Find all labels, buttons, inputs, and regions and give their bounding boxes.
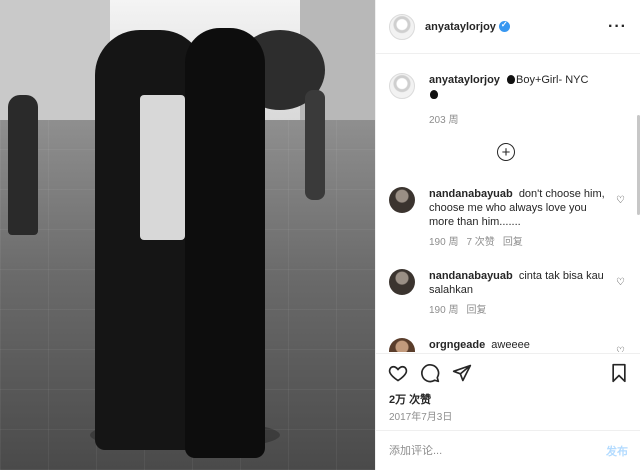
add-comment-bar: 发布 bbox=[376, 430, 640, 470]
caption-body: Boy+Girl- NYC bbox=[515, 74, 589, 86]
comment-heart-icon[interactable]: ♡ bbox=[616, 346, 625, 352]
reply-button[interactable]: 回复 bbox=[503, 236, 523, 250]
post-side-panel: anyataylorjoy ··· anyataylorjoy Boy+Girl… bbox=[375, 0, 640, 470]
post-actions: 2万 次赞 2017年7月3日 发布 bbox=[376, 353, 640, 470]
apple-emoji-icon bbox=[430, 90, 438, 99]
photo-man-shirt bbox=[140, 95, 185, 240]
caption-username[interactable]: anyataylorjoy bbox=[429, 74, 500, 86]
comment-heart-icon[interactable]: ♡ bbox=[616, 277, 625, 288]
caption: anyataylorjoy Boy+Girl- NYC bbox=[389, 73, 629, 103]
reply-button[interactable]: 回复 bbox=[466, 304, 486, 318]
comment-time[interactable]: 190 周 bbox=[429, 236, 458, 250]
commenter-avatar[interactable] bbox=[389, 269, 415, 295]
comment-text: aweeee bbox=[491, 339, 530, 351]
caption-time[interactable]: 203 周 bbox=[429, 111, 458, 126]
caption-text: anyataylorjoy Boy+Girl- NYC bbox=[429, 73, 588, 103]
list-item: nandanabayuab don't choose him, choose m… bbox=[389, 187, 629, 250]
photo-woman bbox=[185, 28, 265, 458]
commenter-avatar[interactable] bbox=[389, 187, 415, 213]
comment-likes[interactable]: 7 次赞 bbox=[466, 236, 494, 250]
more-options-icon[interactable]: ··· bbox=[608, 18, 627, 36]
load-more-comments-button[interactable]: + bbox=[497, 143, 515, 161]
share-icon[interactable] bbox=[452, 363, 472, 383]
comment-username[interactable]: orgngeade bbox=[429, 339, 485, 351]
comment-time[interactable]: 190 周 bbox=[429, 304, 458, 318]
comments-list[interactable]: anyataylorjoy Boy+Girl- NYC 203 周 + nand… bbox=[376, 55, 640, 352]
comment-icon[interactable] bbox=[420, 363, 440, 383]
post-date[interactable]: 2017年7月3日 bbox=[389, 408, 452, 423]
comment-meta: 190 周 回复 bbox=[429, 304, 605, 318]
comment-heart-icon[interactable]: ♡ bbox=[616, 195, 625, 206]
action-icons bbox=[388, 363, 472, 383]
commenter-avatar[interactable] bbox=[389, 338, 415, 352]
comment-username[interactable]: nandanabayuab bbox=[429, 188, 513, 200]
photo-bystander bbox=[8, 95, 38, 235]
comment-meta: 190 周 7 次赞 回复 bbox=[429, 236, 605, 250]
comment-input[interactable] bbox=[389, 445, 579, 457]
apple-emoji-icon bbox=[506, 75, 515, 84]
heart-icon[interactable] bbox=[388, 363, 408, 383]
comment-body: nandanabayuab don't choose him, choose m… bbox=[429, 187, 605, 250]
post-header: anyataylorjoy ··· bbox=[376, 0, 640, 54]
post-photo[interactable] bbox=[0, 0, 375, 470]
comment-body: nandanabayuab cinta tak bisa kau salahka… bbox=[429, 269, 605, 318]
verified-badge-icon bbox=[498, 20, 510, 32]
comment-body: orgngeade aweeee bbox=[429, 338, 605, 352]
bookmark-icon[interactable] bbox=[609, 363, 629, 383]
post-comment-button[interactable]: 发布 bbox=[606, 443, 628, 459]
plus-circle-icon: + bbox=[501, 143, 511, 161]
likes-count[interactable]: 2万 次赞 bbox=[389, 391, 431, 407]
header-username[interactable]: anyataylorjoy bbox=[425, 21, 496, 33]
comment-username[interactable]: nandanabayuab bbox=[429, 270, 513, 282]
list-item: orgngeade aweeee ♡ bbox=[389, 338, 629, 352]
list-item: nandanabayuab cinta tak bisa kau salahka… bbox=[389, 269, 629, 318]
caption-avatar[interactable] bbox=[389, 73, 415, 99]
photo-bystander-2 bbox=[305, 90, 325, 200]
avatar[interactable] bbox=[389, 13, 415, 40]
